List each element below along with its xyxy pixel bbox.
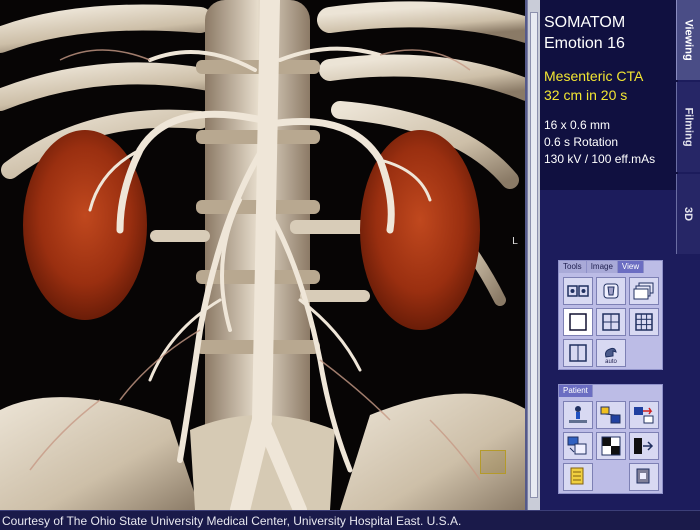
- patient-position-icon: [569, 406, 587, 423]
- tab-filming[interactable]: Filming: [676, 82, 700, 172]
- grid-3x3-button[interactable]: [629, 308, 659, 336]
- scanner-model-line1: SOMATOM: [544, 14, 626, 31]
- protocol-name: Mesenteric CTA: [544, 68, 644, 84]
- orientation-marker: L: [512, 236, 518, 247]
- documents-button[interactable]: [563, 463, 593, 491]
- scrollbar-thumb[interactable]: [530, 12, 538, 498]
- tab-image[interactable]: Image: [586, 261, 618, 273]
- volume-rendering-image: [0, 0, 525, 510]
- footer-bar: Courtesy of The Ohio State University Me…: [0, 510, 700, 530]
- patient-tool-card: Patient: [558, 384, 663, 494]
- scale-button[interactable]: [596, 401, 626, 429]
- documents-icon: [570, 467, 584, 485]
- quad-view-icon: [602, 313, 620, 331]
- protocol-coverage: 32 cm in 20 s: [544, 87, 628, 103]
- tool-card-tabs: Tools Image View: [559, 261, 645, 273]
- scanner-model-line2: Emotion 16: [544, 35, 625, 52]
- patient-position-button[interactable]: [563, 401, 593, 429]
- series-forward-button[interactable]: [629, 432, 659, 460]
- auto-layout-icon: [605, 347, 617, 358]
- layout-compare-button[interactable]: [563, 277, 593, 305]
- layout-compare-icon: [567, 285, 589, 297]
- credit-text: Courtesy of The Ohio State University Me…: [2, 514, 462, 528]
- reconstruct-button[interactable]: [563, 432, 593, 460]
- single-view-button[interactable]: [563, 308, 593, 336]
- tab-3d-label: 3D: [682, 206, 695, 222]
- patient-card-tabs: Patient: [559, 385, 593, 397]
- volume-icon: [603, 283, 619, 299]
- auto-layout-button[interactable]: auto: [596, 339, 626, 367]
- transfer-icon: [634, 407, 654, 424]
- tab-viewing[interactable]: Viewing: [676, 0, 700, 80]
- series-stack-icon: [633, 282, 654, 300]
- tab-filming-label: Filming: [682, 107, 695, 147]
- tab-tools[interactable]: Tools: [559, 261, 587, 273]
- empty-slot: [596, 463, 626, 491]
- syngo-viewer-window: L SOMATOM Emotion 16 Mesenteric CTA 32 c…: [0, 0, 700, 530]
- param-dose: 130 kV / 100 eff.mAs: [544, 152, 656, 166]
- tab-patient[interactable]: Patient: [559, 385, 593, 397]
- view-tool-card: Tools Image View auto: [558, 260, 663, 370]
- auto-caption: auto: [605, 359, 617, 365]
- image-viewport[interactable]: L: [0, 0, 527, 510]
- printer-icon: [636, 468, 650, 484]
- view-tool-grid: auto: [563, 277, 659, 367]
- tab-viewing-label: Viewing: [682, 19, 695, 61]
- param-rotation: 0.6 s Rotation: [544, 135, 619, 149]
- printer-button[interactable]: [629, 463, 659, 491]
- param-slices: 16 x 0.6 mm: [544, 118, 611, 132]
- transfer-button[interactable]: [629, 401, 659, 429]
- quad-view-button[interactable]: [596, 308, 626, 336]
- patient-tool-grid: [563, 401, 659, 491]
- scan-parameters: 16 x 0.6 mm 0.6 s Rotation 130 kV / 100 …: [544, 117, 678, 168]
- checker-button[interactable]: [596, 432, 626, 460]
- tab-view[interactable]: View: [617, 261, 645, 273]
- single-view-icon: [569, 313, 587, 331]
- two-column-button[interactable]: [563, 339, 593, 367]
- vertical-tab-bar: Viewing Filming 3D: [676, 0, 700, 260]
- series-stack-button[interactable]: [629, 277, 659, 305]
- checker-icon: [601, 436, 621, 456]
- reconstruct-icon: [567, 436, 587, 455]
- reference-box[interactable]: [480, 450, 506, 474]
- viewport-scrollbar[interactable]: [527, 0, 540, 510]
- grid-3x3-icon: [635, 313, 653, 331]
- scan-info-box: SOMATOM Emotion 16 Mesenteric CTA 32 cm …: [540, 0, 678, 190]
- series-forward-icon: [634, 438, 654, 454]
- scale-icon: [600, 406, 621, 424]
- tab-3d[interactable]: 3D: [676, 174, 700, 254]
- volume-button[interactable]: [596, 277, 626, 305]
- two-column-icon: [569, 344, 587, 362]
